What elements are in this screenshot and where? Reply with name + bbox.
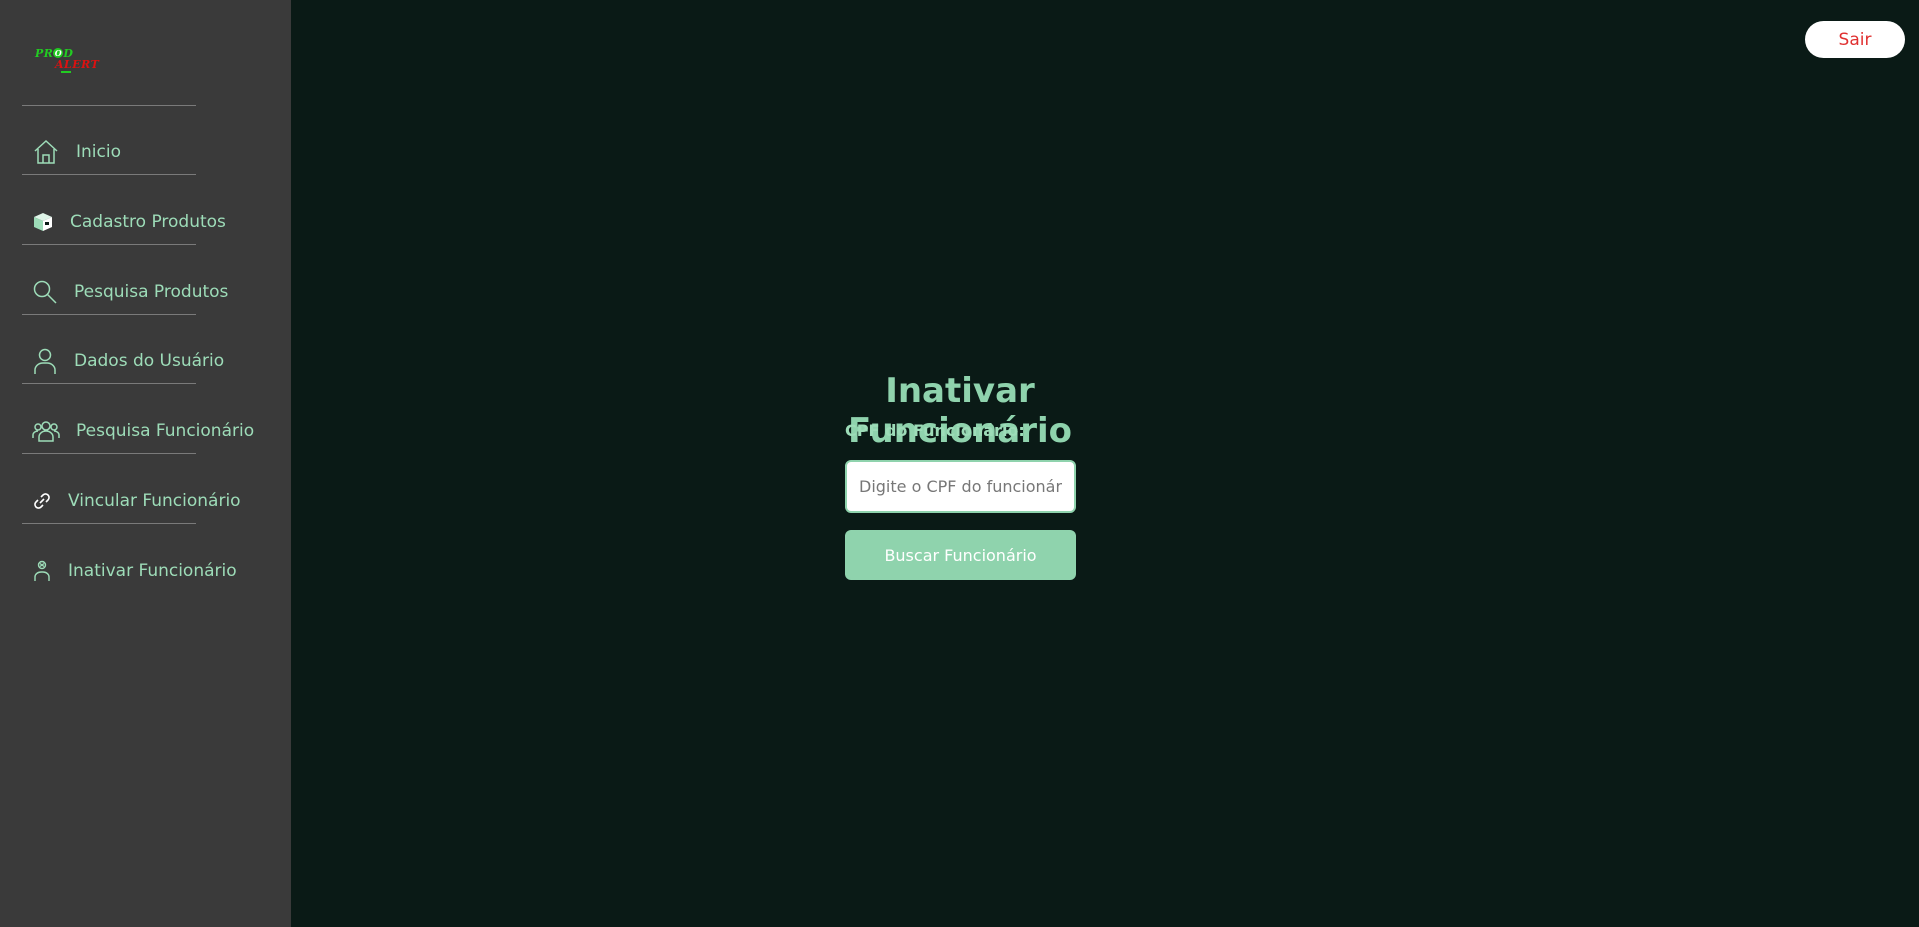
sidebar-item-label: Inativar Funcionário: [68, 561, 237, 581]
sidebar: PROD ALERT Inicio Cadastro Produtos Pesq…: [0, 0, 291, 927]
link-icon: [32, 487, 52, 515]
group-icon: [32, 417, 60, 445]
sidebar-item-label: Inicio: [76, 141, 121, 162]
sidebar-item-dados-usuario[interactable]: Dados do Usuário: [22, 338, 224, 384]
sidebar-item-label: Pesquisa Produtos: [74, 281, 229, 302]
search-employee-button[interactable]: Buscar Funcionário: [845, 530, 1076, 580]
logo-line-2: ALERT: [55, 58, 100, 71]
sidebar-item-label: Dados do Usuário: [74, 350, 225, 371]
sidebar-item-label: Cadastro Produtos: [70, 211, 226, 232]
logo-underline: [61, 71, 71, 73]
home-icon: [32, 138, 60, 166]
logo-divider: [22, 105, 196, 106]
cpf-input[interactable]: [845, 460, 1076, 513]
box-icon: [32, 208, 54, 236]
user-icon: [32, 347, 58, 375]
sidebar-item-label: Vincular Funcionário: [68, 490, 241, 511]
app-logo[interactable]: PROD ALERT: [33, 46, 103, 76]
logout-button[interactable]: Sair: [1805, 21, 1905, 58]
sidebar-item-inicio[interactable]: Inicio: [22, 129, 196, 175]
search-icon: [32, 278, 58, 306]
sidebar-item-pesquisa-produtos[interactable]: Pesquisa Produtos: [22, 269, 228, 315]
sidebar-item-inativar-funcionario[interactable]: Inativar Funcionário: [22, 548, 237, 594]
user-remove-icon: [32, 557, 52, 585]
cpf-label: CPF do Funcionário:: [845, 421, 1025, 440]
sidebar-item-cadastro-produtos[interactable]: Cadastro Produtos: [22, 199, 226, 245]
sidebar-item-pesquisa-funcionario[interactable]: Pesquisa Funcionário: [22, 408, 254, 454]
sidebar-item-vincular-funcionario[interactable]: Vincular Funcionário: [22, 478, 241, 524]
sidebar-item-label: Pesquisa Funcionário: [76, 420, 255, 441]
